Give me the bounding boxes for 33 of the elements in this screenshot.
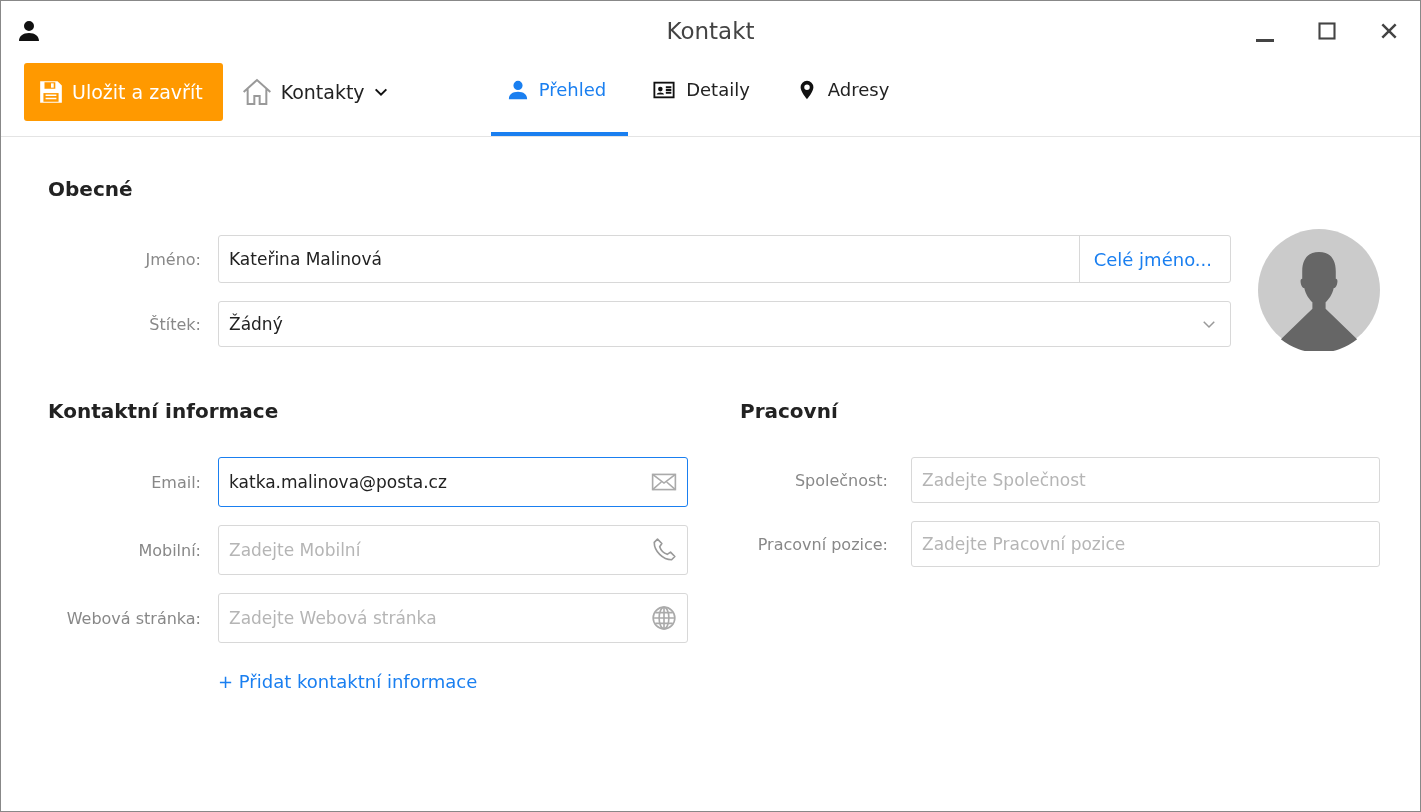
name-field[interactable]: Kateřina Malinová Celé jméno...: [218, 235, 1231, 283]
save-and-close-button[interactable]: Uložit a zavřít: [24, 62, 223, 121]
add-contact-info-link[interactable]: + Přidat kontaktní informace: [218, 671, 478, 692]
tab[interactable]: Adresy: [779, 61, 912, 136]
field-label: Webová stránka:: [65, 608, 201, 628]
email-field[interactable]: katka.malinova@posta.cz: [218, 457, 688, 507]
globe-icon: [651, 605, 677, 631]
field-label: Štítek:: [148, 314, 201, 334]
full-name-button[interactable]: Celé jméno...: [1078, 236, 1230, 282]
field-label: Jméno:: [143, 249, 201, 269]
window-title: Kontakt: [666, 18, 755, 44]
section-heading: Pracovní: [740, 399, 840, 423]
contacts-menu-button[interactable]: Kontakty: [240, 75, 389, 108]
maximize-icon: [1317, 21, 1337, 41]
text-field[interactable]: Zadejte Pracovní pozice: [911, 521, 1380, 567]
field-label: Společnost:: [793, 470, 888, 490]
close-icon: [1379, 21, 1399, 41]
tab[interactable]: Detaily: [636, 61, 772, 136]
phone-icon: [651, 537, 677, 563]
minimize-icon: [1256, 39, 1274, 42]
tag-dropdown[interactable]: Žádný: [218, 301, 1231, 347]
text-field[interactable]: Zadejte Společnost: [911, 457, 1380, 503]
section-heading: Kontaktní informace: [48, 399, 280, 423]
field-label: Pracovní pozice:: [756, 534, 888, 554]
web-field[interactable]: Zadejte Webová stránka: [218, 593, 688, 643]
field-label: Email:: [150, 472, 201, 492]
section-heading: Obecné: [48, 177, 134, 201]
tab[interactable]: Přehled: [490, 61, 629, 136]
phone-field[interactable]: Zadejte Mobilní: [218, 525, 688, 575]
field-label: Mobilní:: [137, 540, 201, 560]
avatar-silhouette-icon: [1258, 229, 1380, 351]
person-icon: [506, 78, 529, 101]
person-icon: [17, 19, 41, 43]
